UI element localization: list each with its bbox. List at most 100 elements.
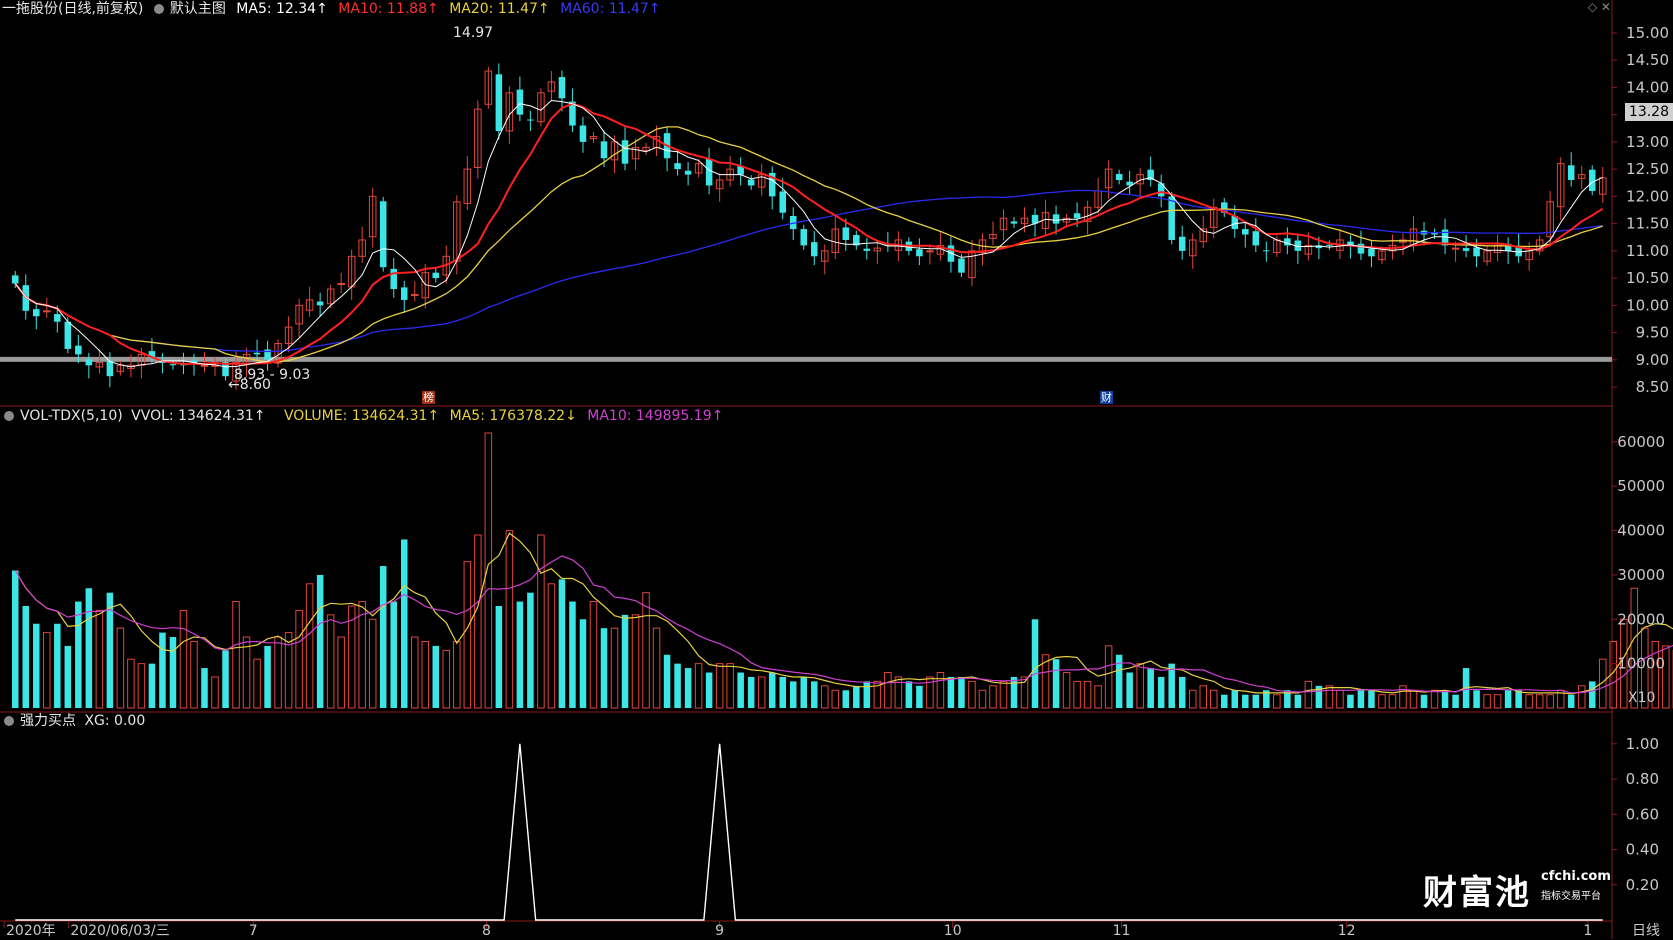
vol-tick-label: 20000 xyxy=(1617,610,1665,628)
candle-body xyxy=(1010,221,1018,224)
volume-bar xyxy=(495,605,503,708)
ma10-readout: MA10: 11.88↑ xyxy=(338,1,439,17)
vol-tick-label: 40000 xyxy=(1617,522,1665,540)
candle-body xyxy=(106,360,114,377)
candle-body xyxy=(674,163,681,170)
candle-body xyxy=(600,141,608,159)
candle-body xyxy=(495,74,503,131)
volume-bar xyxy=(1252,694,1260,708)
price-tick-label: 11.50 xyxy=(1626,215,1669,233)
volume-bar xyxy=(1031,619,1039,708)
ma20-readout: MA20: 11.47↑ xyxy=(449,1,550,17)
period-button[interactable]: 日线 xyxy=(1632,920,1660,940)
xg-readout: XG: 0.00 xyxy=(84,713,146,729)
watermark-tagline: 指标交易平台 xyxy=(1541,891,1601,902)
volume-bar xyxy=(159,632,166,708)
volume-bar xyxy=(1504,690,1512,708)
candle-body xyxy=(1115,174,1123,181)
candle-body xyxy=(75,345,82,355)
x-tick-label: 1 xyxy=(1583,923,1592,939)
price-tick-label: 9.50 xyxy=(1636,324,1669,342)
volume-bar xyxy=(1567,694,1575,708)
candle-body xyxy=(1252,231,1260,246)
candle-body xyxy=(85,359,93,366)
candle-body xyxy=(579,125,587,142)
candle-body xyxy=(253,352,261,355)
price-tick-label: 14.50 xyxy=(1626,51,1669,69)
volume-bar xyxy=(33,623,40,708)
candle-body xyxy=(1326,244,1333,246)
volume-bar xyxy=(684,668,692,708)
candle-body xyxy=(54,314,61,322)
watermark-brand: 财富池 xyxy=(1423,873,1531,913)
volume-bar xyxy=(1231,690,1239,708)
candle-body xyxy=(621,140,629,164)
ind-settings-dot-icon[interactable] xyxy=(4,716,14,726)
volume-bar xyxy=(958,676,965,708)
candle-body xyxy=(11,275,19,284)
candle-body xyxy=(64,321,72,349)
indicator-name[interactable]: 强力买点 xyxy=(20,713,76,729)
window-controls[interactable]: ◇ ✕ xyxy=(1588,0,1611,14)
volume-bar xyxy=(1473,690,1480,708)
volume-bar xyxy=(1147,668,1154,708)
volume-bar xyxy=(705,672,713,708)
vol-ma10-readout: MA10: 149895.19↑ xyxy=(587,408,724,424)
candle-body xyxy=(1168,196,1175,240)
volume-bar xyxy=(1221,694,1228,708)
vol-name[interactable]: VOL-TDX(5,10) xyxy=(20,408,123,424)
volume-bar xyxy=(11,570,19,708)
price-tick-label: 11.00 xyxy=(1626,242,1669,260)
candle-body xyxy=(337,283,345,286)
stock-title[interactable]: 一拖股份(日线,前复权) xyxy=(2,1,143,17)
volume-bar xyxy=(1588,681,1596,708)
candle-body xyxy=(779,191,786,213)
volume-bar xyxy=(1010,676,1018,708)
candle-body xyxy=(33,309,40,317)
candle-body xyxy=(1368,248,1375,257)
volume-bar xyxy=(1052,659,1060,708)
candle-body xyxy=(558,77,566,99)
x-tick-label: 7 xyxy=(249,923,258,939)
candle-body xyxy=(1263,250,1270,252)
price-tick-label: 12.50 xyxy=(1626,160,1669,178)
candle-body xyxy=(958,258,965,273)
candle-body xyxy=(1473,247,1480,257)
vol-tick-label: 30000 xyxy=(1617,566,1665,584)
background xyxy=(0,0,1673,939)
volume-bar xyxy=(400,539,408,708)
vol-tick-label: 60000 xyxy=(1617,433,1665,451)
volume-bar xyxy=(779,676,786,708)
candle-body xyxy=(1451,247,1460,250)
watermark-site: cfchi.com xyxy=(1541,869,1611,884)
settings-dot-icon[interactable] xyxy=(153,4,164,14)
vol-unit-label: X10 xyxy=(1628,690,1656,706)
volume-bar xyxy=(1441,690,1449,708)
volume-bar xyxy=(1515,690,1522,708)
watermark-logo: 财富池 cfchi.com 指标交易平台 xyxy=(1423,865,1633,913)
volume-bar xyxy=(663,654,671,708)
volume-bar xyxy=(64,645,72,708)
volume-bar xyxy=(516,601,524,708)
vol-settings-dot-icon[interactable] xyxy=(4,411,14,421)
volume-bar xyxy=(1178,676,1186,708)
price-tick-label: 15.00 xyxy=(1626,24,1669,42)
candle-body xyxy=(916,249,923,257)
volume-bar xyxy=(390,601,397,708)
x-tick-label: 12 xyxy=(1338,923,1356,939)
finance-flag-icon[interactable]: 财 xyxy=(1100,391,1113,404)
volume-bar xyxy=(569,601,576,708)
candle-body xyxy=(1178,236,1186,251)
candle-body xyxy=(169,364,177,366)
stock-chart[interactable]: 15.0014.5014.0013.5013.0012.5012.0011.50… xyxy=(0,0,1673,939)
candle-body xyxy=(527,119,534,121)
template-label[interactable]: 默认主图 xyxy=(170,1,226,17)
volume-bar xyxy=(75,601,82,708)
main-header: 一拖股份(日线,前复权) 默认主图 MA5: 12.34↑ MA10: 11.8… xyxy=(2,1,667,17)
list-flag-icon[interactable]: 榜 xyxy=(422,391,435,404)
vvol-readout: VVOL: 134624.31↑ xyxy=(131,408,266,424)
price-tick-label: 10.50 xyxy=(1626,269,1669,287)
volume-bar xyxy=(85,588,93,708)
volume-bar xyxy=(1157,676,1165,708)
volume-bar xyxy=(905,681,913,708)
